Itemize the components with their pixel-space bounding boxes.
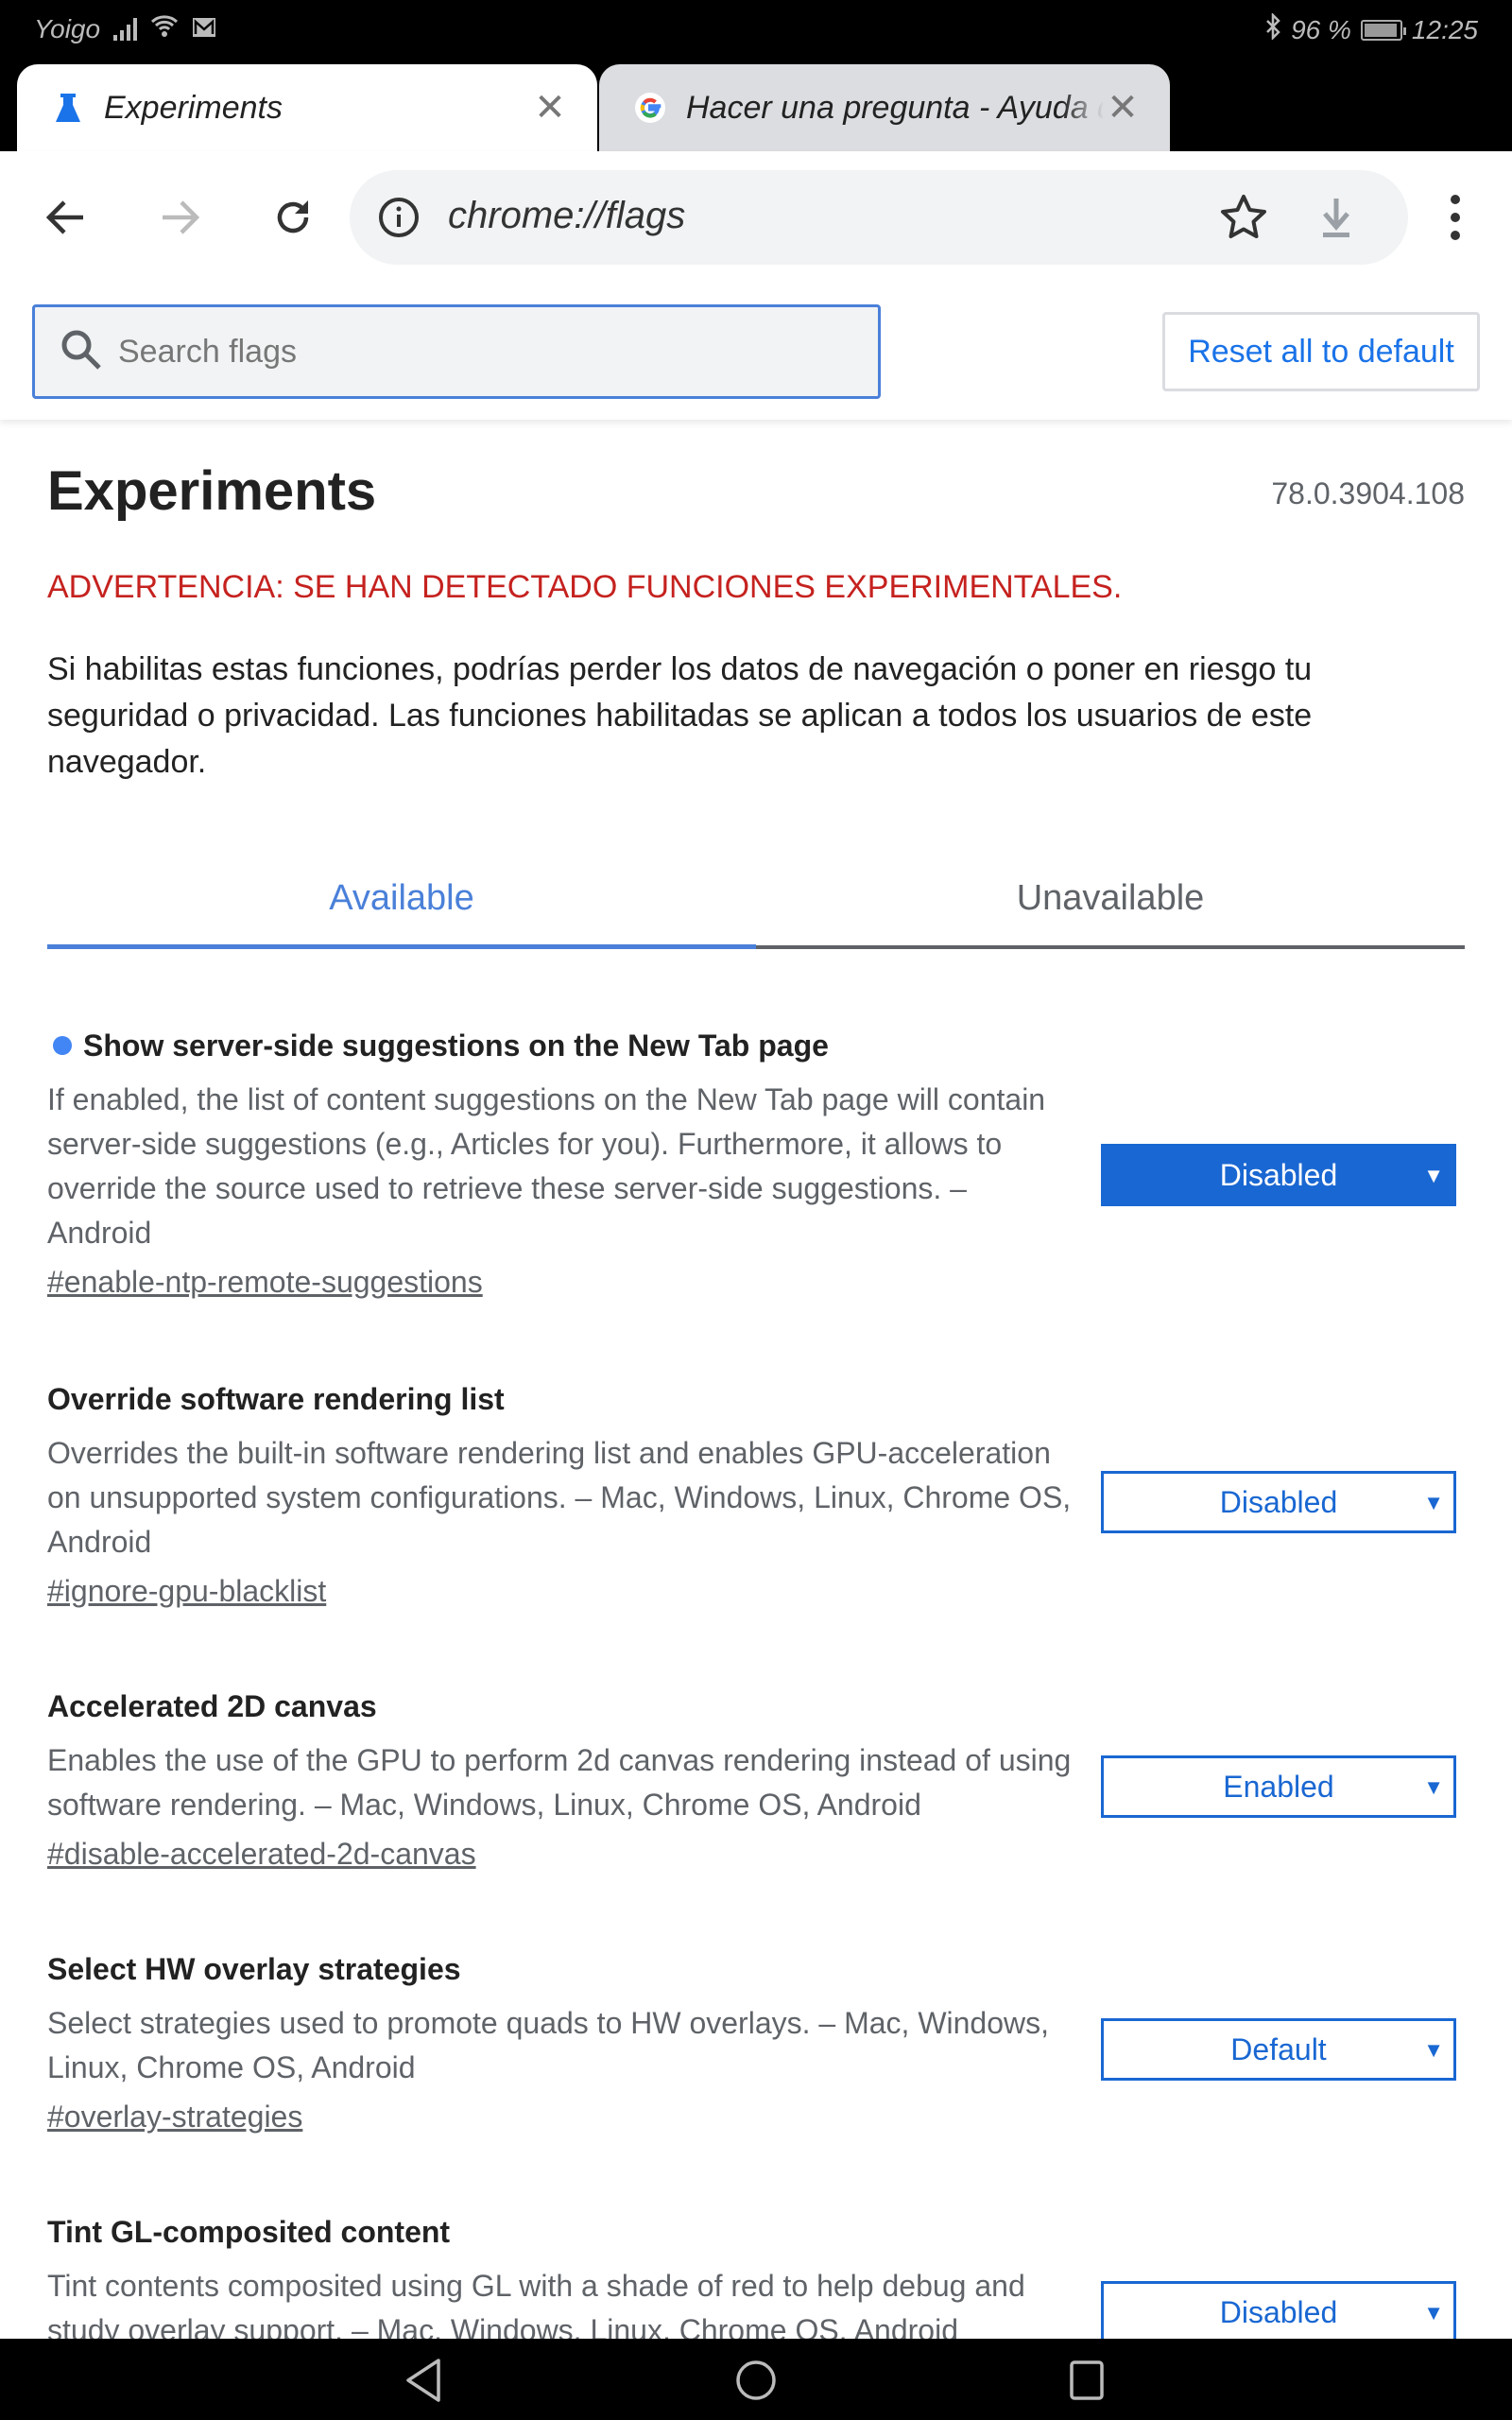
browser-toolbar: chrome://flags — [0, 151, 1512, 284]
flag-select-value: Disabled — [1219, 2294, 1338, 2329]
tab-google-help[interactable]: Hacer una pregunta - Ayuda de Google ✕ — [599, 64, 1170, 151]
carrier-label: Yoigo — [34, 13, 101, 43]
forward-button[interactable] — [151, 189, 208, 246]
reload-button[interactable] — [265, 189, 321, 246]
search-flags-field[interactable] — [32, 304, 881, 399]
clock: 12:25 — [1411, 14, 1478, 44]
nav-back-button[interactable] — [397, 2354, 450, 2407]
flag-link[interactable]: #ignore-gpu-blacklist — [47, 1574, 326, 1609]
tab-available[interactable]: Available — [47, 851, 756, 945]
content-tabs: Available Unavailable — [47, 851, 1465, 949]
battery-percent: 96 % — [1291, 14, 1351, 44]
tab-indicator — [47, 944, 756, 949]
overflow-menu-button[interactable] — [1427, 189, 1484, 246]
flag-item: Tint GL-composited content Tint contents… — [47, 2213, 1465, 2353]
nav-home-button[interactable] — [730, 2354, 782, 2407]
flag-link[interactable]: #disable-accelerated-2d-canvas — [47, 1837, 476, 1872]
tab-title: Experiments — [104, 89, 283, 126]
back-arrow-icon — [45, 200, 83, 234]
download-icon[interactable] — [1312, 193, 1361, 247]
flag-item: Show server-side suggestions on the New … — [47, 1027, 1465, 1300]
flag-select[interactable]: Disabled ▼ — [1101, 1144, 1456, 1206]
page-title: Experiments — [47, 460, 377, 522]
tab-strip: Experiments ✕ Hacer una pregunta - Ayuda… — [0, 64, 1512, 198]
flask-icon — [51, 91, 85, 125]
flag-description: Overrides the built-in software renderin… — [47, 1436, 1072, 1559]
flag-item: Accelerated 2D canvas Enables the use of… — [47, 1687, 1465, 1872]
dropdown-arrow-icon: ▼ — [1423, 1775, 1444, 1799]
flag-description: If enabled, the list of content suggesti… — [47, 1082, 1046, 1250]
flag-select[interactable]: Disabled ▼ — [1101, 1471, 1456, 1533]
reload-icon — [277, 200, 309, 233]
version-label: 78.0.3904.108 — [1271, 476, 1465, 510]
flag-name: Tint GL-composited content — [47, 2214, 451, 2249]
signal-icon — [113, 17, 138, 41]
square-recents-icon — [1070, 2360, 1104, 2400]
flag-select[interactable]: Enabled ▼ — [1101, 1755, 1456, 1818]
url-text[interactable]: chrome://flags — [448, 195, 685, 237]
flag-name: Show server-side suggestions on the New … — [83, 1028, 829, 1063]
tab-unavailable[interactable]: Unavailable — [756, 851, 1465, 945]
flag-select-value: Disabled — [1219, 1157, 1338, 1192]
circle-home-icon — [736, 2360, 776, 2400]
dropdown-arrow-icon: ▼ — [1423, 2301, 1444, 2325]
flag-name: Select HW overlay strategies — [47, 1951, 461, 1986]
bookmark-star-icon[interactable] — [1219, 193, 1268, 247]
warning-text: ADVERTENCIA: SE HAN DETECTADO FUNCIONES … — [47, 569, 1123, 605]
address-bar[interactable]: chrome://flags — [350, 170, 1408, 265]
dropdown-arrow-icon: ▼ — [1423, 1164, 1444, 1187]
forward-arrow-icon — [163, 200, 200, 234]
intro-text: Si habilitas estas funciones, podrías pe… — [47, 651, 1313, 780]
tab-title: Hacer una pregunta - Ayuda de Google — [686, 89, 1104, 126]
bluetooth-icon — [1264, 11, 1281, 46]
dropdown-arrow-icon: ▼ — [1423, 2038, 1444, 2062]
search-icon — [60, 328, 103, 376]
close-tab-icon[interactable]: ✕ — [531, 87, 569, 129]
flag-item: Override software rendering list Overrid… — [47, 1380, 1465, 1609]
reset-all-button[interactable]: Reset all to default — [1162, 312, 1480, 391]
nav-recents-button[interactable] — [1060, 2354, 1113, 2407]
flag-select-value: Default — [1230, 2031, 1327, 2066]
flag-link[interactable]: #overlay-strategies — [47, 2100, 302, 2135]
info-icon[interactable] — [378, 197, 420, 243]
flag-select[interactable]: Default ▼ — [1101, 2018, 1456, 2081]
modified-dot-icon — [53, 1036, 72, 1055]
flag-select[interactable]: Disabled ▼ — [1101, 2281, 1456, 2343]
flag-description: Select strategies used to promote quads … — [47, 2006, 1050, 2084]
status-bar: Yoigo 96 % 12:25 — [0, 0, 1512, 64]
flag-name: Accelerated 2D canvas — [47, 1688, 377, 1723]
back-button[interactable] — [38, 189, 94, 246]
flags-search-header: Reset all to default — [0, 284, 1512, 420]
system-nav-bar — [0, 2339, 1512, 2420]
tab-experiments[interactable]: Experiments ✕ — [17, 64, 597, 151]
battery-icon — [1360, 19, 1406, 41]
mail-icon — [192, 14, 216, 44]
close-tab-icon[interactable]: ✕ — [1104, 87, 1142, 129]
google-icon — [633, 91, 667, 125]
flag-select-value: Disabled — [1219, 1484, 1338, 1519]
flag-name: Override software rendering list — [47, 1381, 505, 1416]
triangle-back-icon — [406, 2359, 440, 2402]
search-flags-input[interactable] — [118, 333, 836, 371]
dropdown-arrow-icon: ▼ — [1423, 1491, 1444, 1514]
flag-item: Select HW overlay strategies Select stra… — [47, 1950, 1465, 2135]
wifi-icon — [150, 13, 179, 44]
flag-select-value: Enabled — [1223, 1769, 1334, 1804]
flag-description: Enables the use of the GPU to perform 2d… — [47, 1743, 1072, 1822]
flag-link[interactable]: #enable-ntp-remote-suggestions — [47, 1265, 483, 1300]
